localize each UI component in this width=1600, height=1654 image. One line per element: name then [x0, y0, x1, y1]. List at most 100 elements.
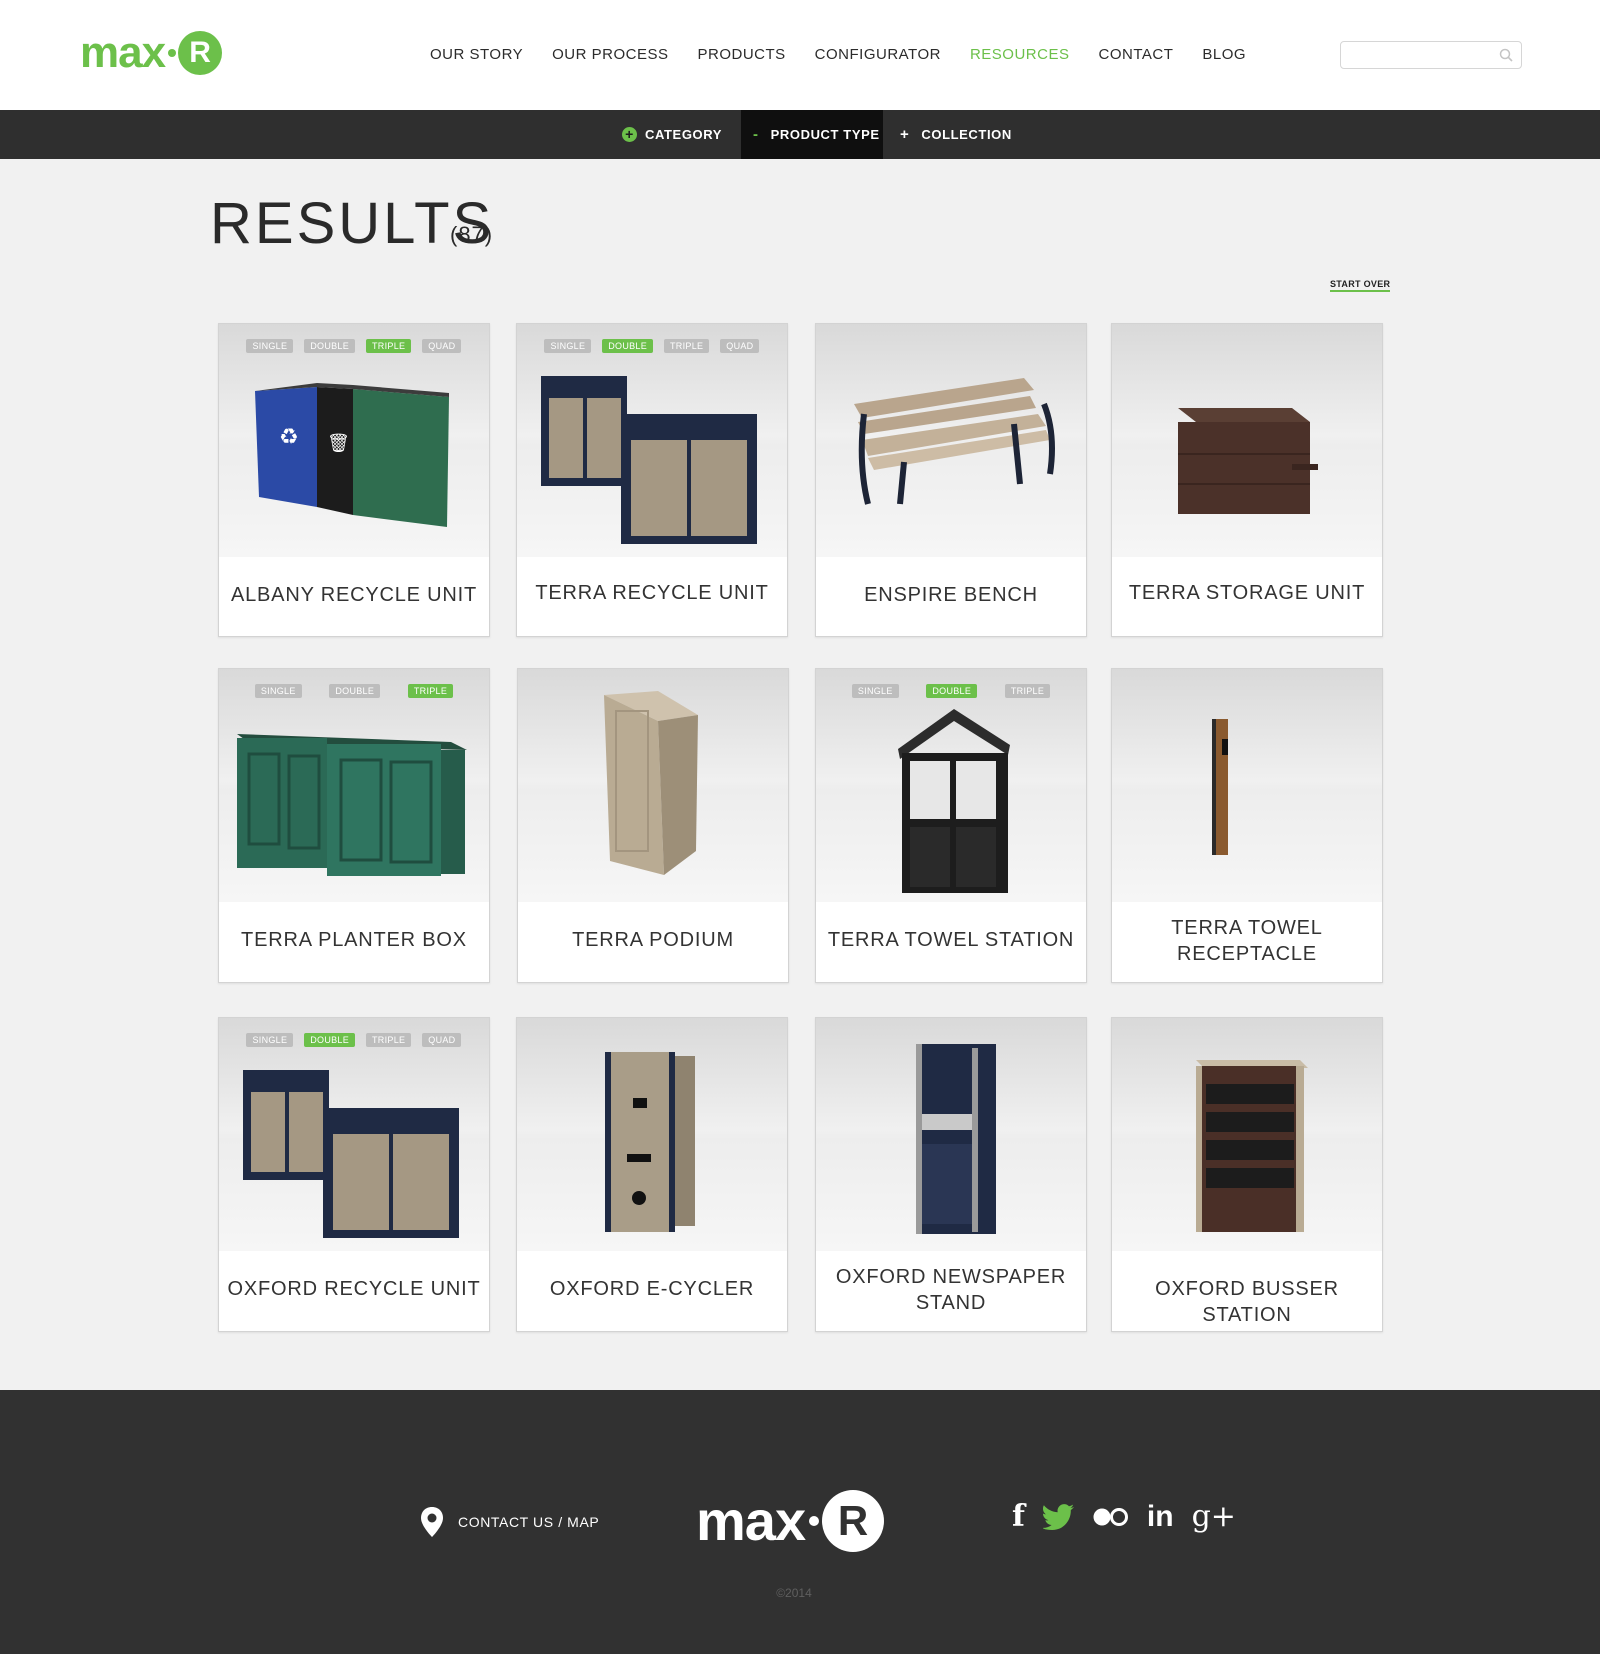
logo-text: max [80, 28, 166, 77]
bench-graphic [854, 378, 1055, 505]
podium-graphic [604, 691, 698, 875]
recycle-unit-graphic [541, 376, 757, 544]
product-image [1112, 324, 1382, 557]
linkedin-icon[interactable]: in [1147, 1502, 1174, 1532]
towel-receptacle-graphic [1212, 719, 1228, 855]
size-tag[interactable]: DOUBLE [329, 684, 381, 698]
product-image [1112, 669, 1382, 902]
planter-box-graphic [237, 734, 467, 876]
size-tag-selected[interactable]: TRIPLE [407, 684, 454, 698]
footer-logo-dot [809, 1516, 820, 1526]
size-tag[interactable]: QUAD [720, 339, 760, 353]
filter-category[interactable]: + CATEGORY [622, 110, 740, 159]
storage-unit-graphic [1178, 408, 1318, 514]
product-image [517, 1018, 787, 1251]
product-card[interactable]: TERRA PODIUM [517, 668, 789, 983]
contact-map-link[interactable]: CONTACT US / MAP [420, 1506, 599, 1538]
size-tag[interactable]: SINGLE [246, 1033, 294, 1047]
product-card[interactable]: SINGLE DOUBLE TRIPLE QUAD OXFORD RECYCLE… [218, 1017, 490, 1332]
facebook-icon[interactable]: f [1012, 1502, 1025, 1532]
product-name: TERRA TOWEL RECEPTACLE [1171, 917, 1323, 965]
main-nav: OUR STORY OUR PROCESS PRODUCTS CONFIGURA… [430, 44, 1275, 66]
nav-our-story[interactable]: OUR STORY [430, 44, 523, 66]
nav-contact[interactable]: CONTACT [1098, 44, 1173, 66]
search-icon[interactable] [1499, 48, 1513, 62]
product-image [518, 669, 788, 902]
logo-dot [168, 49, 177, 57]
product-name: OXFORD NEWSPAPER STAND [835, 1266, 1067, 1314]
size-tag[interactable]: SINGLE [254, 684, 302, 698]
footer-logo[interactable]: max R [696, 1489, 885, 1552]
product-image: SINGLE DOUBLE TRIPLE QUAD ♻ 🗑 [219, 324, 489, 557]
twitter-icon[interactable] [1042, 1504, 1075, 1530]
size-tag[interactable]: SINGLE [246, 339, 294, 353]
size-tag[interactable]: SINGLE [851, 684, 899, 698]
size-tag-selected[interactable]: DOUBLE [304, 1033, 356, 1047]
busser-station-graphic [1196, 1060, 1308, 1232]
product-name: TERRA TOWEL STATION [827, 929, 1075, 951]
product-image: SINGLE DOUBLE TRIPLE QUAD [517, 324, 787, 557]
product-name: ALBANY RECYCLE UNIT [230, 584, 477, 606]
product-card[interactable]: OXFORD BUSSER STATION [1111, 1017, 1383, 1332]
size-tag-selected[interactable]: DOUBLE [602, 339, 654, 353]
product-name: TERRA PODIUM [572, 929, 734, 951]
nav-blog[interactable]: BLOG [1202, 44, 1246, 66]
site-footer: CONTACT US / MAP max R f in g+ ©2014 [0, 1390, 1600, 1654]
product-card[interactable]: ENSPIRE BENCH [815, 323, 1087, 637]
size-tags: SINGLE DOUBLE TRIPLE QUAD [219, 339, 489, 353]
product-image [816, 1018, 1086, 1251]
size-tag[interactable]: SINGLE [544, 339, 592, 353]
size-tag[interactable]: TRIPLE [366, 1033, 412, 1047]
filter-product-type[interactable]: - PRODUCT TYPE [741, 110, 883, 159]
nav-our-process[interactable]: OUR PROCESS [552, 44, 668, 66]
product-card[interactable]: SINGLE DOUBLE TRIPLE TERRA TOWEL STATION [815, 668, 1087, 983]
size-tag-selected[interactable]: TRIPLE [366, 339, 412, 353]
newspaper-stand-graphic [916, 1044, 996, 1234]
nav-resources[interactable]: RESOURCES [970, 44, 1070, 66]
product-card[interactable]: TERRA STORAGE UNIT [1111, 323, 1383, 637]
recycle-unit-graphic: ♻ 🗑 [255, 383, 449, 527]
copyright: ©2014 [776, 1586, 812, 1600]
product-card[interactable]: OXFORD NEWSPAPER STAND [815, 1017, 1087, 1332]
filter-category-label: CATEGORY [645, 127, 723, 142]
e-cycler-graphic [605, 1052, 695, 1232]
results-count: (87) [450, 222, 494, 247]
map-pin-icon [421, 1507, 443, 1537]
size-tag[interactable]: QUAD [422, 1033, 462, 1047]
size-tags: SINGLE DOUBLE TRIPLE [816, 684, 1086, 698]
product-image: SINGLE DOUBLE TRIPLE [219, 669, 489, 902]
footer-logo-text: max [696, 1489, 806, 1552]
product-name: TERRA STORAGE UNIT [1128, 582, 1366, 604]
product-card[interactable]: SINGLE DOUBLE TRIPLE QUAD ♻ 🗑 ALBANY REC… [218, 323, 490, 637]
filter-bar: + CATEGORY - PRODUCT TYPE + COLLECTION [0, 110, 1600, 159]
google-plus-icon[interactable]: g+ [1192, 1502, 1236, 1532]
size-tag-selected[interactable]: DOUBLE [926, 684, 978, 698]
size-tag[interactable]: QUAD [422, 339, 462, 353]
filter-collection[interactable]: + COLLECTION [900, 110, 1020, 159]
search-input[interactable] [1347, 42, 1497, 68]
maxr-logo[interactable]: max R [80, 28, 223, 77]
flickr-icon[interactable] [1093, 1507, 1129, 1527]
site-header: max R OUR STORY OUR PROCESS PRODUCTS CON… [0, 0, 1600, 110]
product-name: TERRA PLANTER BOX [241, 929, 467, 951]
svg-text:♻: ♻ [279, 425, 299, 450]
product-name: OXFORD E-CYCLER [549, 1278, 755, 1300]
size-tags: SINGLE DOUBLE TRIPLE QUAD [219, 1033, 489, 1047]
product-card[interactable]: OXFORD E-CYCLER [516, 1017, 788, 1332]
svg-text:🗑: 🗑 [327, 433, 350, 454]
product-card[interactable]: TERRA TOWEL RECEPTACLE [1111, 668, 1383, 983]
product-card[interactable]: SINGLE DOUBLE TRIPLE TERRA PLANTER BOX [218, 668, 490, 983]
nav-products[interactable]: PRODUCTS [698, 44, 786, 66]
plus-icon: + [900, 126, 910, 143]
product-card[interactable]: SINGLE DOUBLE TRIPLE QUAD TERRA RECYCLE … [516, 323, 788, 637]
recycle-unit-graphic [243, 1070, 459, 1238]
size-tag[interactable]: TRIPLE [1004, 684, 1051, 698]
size-tag[interactable]: DOUBLE [304, 339, 356, 353]
start-over-link[interactable]: START OVER [1330, 279, 1391, 292]
nav-configurator[interactable]: CONFIGURATOR [815, 44, 941, 66]
logo-r-badge: R [178, 31, 223, 75]
size-tag[interactable]: TRIPLE [664, 339, 710, 353]
size-tags: SINGLE DOUBLE TRIPLE QUAD [517, 339, 787, 353]
product-image: SINGLE DOUBLE TRIPLE QUAD [219, 1018, 489, 1251]
plus-circle-icon: + [622, 127, 637, 142]
